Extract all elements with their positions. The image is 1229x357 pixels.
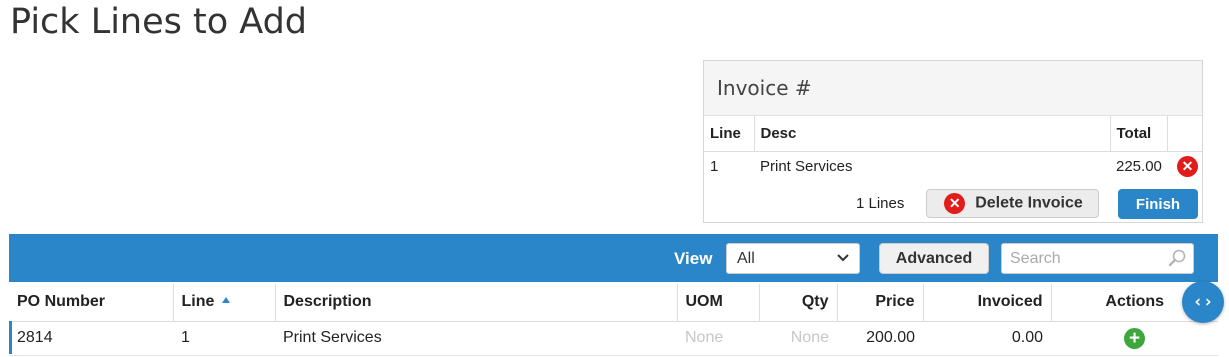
invoice-title: Invoice # [704, 61, 1202, 116]
row-selection-marker [9, 321, 12, 354]
cell-line: 1 [173, 321, 275, 356]
col-uom-label: UOM [685, 293, 723, 311]
col-po-number-label: PO Number [17, 293, 106, 311]
code-toggle-icon[interactable]: ‹› [1182, 281, 1224, 323]
finish-button[interactable]: Finish [1118, 189, 1198, 219]
view-label: View [674, 249, 713, 268]
col-qty-label: Qty [801, 293, 829, 311]
invoice-col-line: Line [704, 116, 755, 152]
invoice-line-total: 225.00 [1116, 158, 1162, 175]
cell-qty: None [759, 321, 837, 356]
page-title: Pick Lines to Add [10, 2, 308, 42]
lines-count: 1 Lines [856, 195, 905, 212]
table-toolbar: View All Advanced [9, 234, 1218, 282]
search-icon[interactable] [1167, 248, 1187, 268]
invoice-line-remove-cell: ✕ [1168, 151, 1202, 182]
x-circle-icon: ✕ [944, 193, 966, 214]
invoice-lines-table: Line Desc Total 1 Print Services 225.00 … [704, 116, 1202, 182]
invoice-line-desc: Print Services [760, 158, 853, 175]
col-qty[interactable]: Qty [759, 284, 838, 322]
po-lines-table: PO Number Line Description UOM Qty Price… [9, 284, 1218, 356]
view-select[interactable]: All [726, 243, 860, 274]
cell-uom: None [677, 321, 759, 356]
col-line-label: Line [181, 293, 215, 311]
col-invoiced-label: Invoiced [977, 293, 1043, 311]
cell-po-number: 2814 [9, 321, 173, 356]
add-line-icon[interactable]: + [1124, 327, 1145, 349]
advanced-button[interactable]: Advanced [879, 243, 989, 274]
remove-line-icon[interactable]: ✕ [1177, 156, 1198, 177]
col-description-label: Description [283, 293, 372, 311]
search-input[interactable] [1002, 244, 1172, 273]
sort-asc-icon [222, 297, 231, 304]
col-po-number[interactable]: PO Number [9, 284, 174, 322]
cell-description: Print Services [275, 321, 677, 356]
invoice-col-desc: Desc [754, 116, 1111, 152]
view-select-value: All [737, 250, 755, 267]
cell-invoiced: 0.00 [923, 321, 1051, 356]
col-line[interactable]: Line [173, 284, 276, 322]
invoice-line-row: 1 Print Services 225.00 ✕ [704, 151, 1202, 182]
delete-invoice-label: Delete Invoice [975, 194, 1083, 212]
search-box [1001, 243, 1194, 274]
cell-actions: + [1051, 321, 1218, 356]
col-price-label: Price [875, 293, 915, 311]
col-actions-label: Actions [1105, 293, 1165, 311]
cell-price: 200.00 [837, 321, 923, 356]
chevron-down-icon [837, 244, 849, 283]
invoice-footer: 1 Lines ✕ Delete Invoice Finish [704, 189, 1202, 219]
col-invoiced[interactable]: Invoiced [923, 284, 1052, 322]
col-description[interactable]: Description [275, 284, 678, 322]
invoice-line-number: 1 [710, 158, 719, 175]
delete-invoice-button[interactable]: ✕ Delete Invoice [926, 189, 1099, 218]
col-uom[interactable]: UOM [677, 284, 760, 322]
invoice-panel: Invoice # Line Desc Total 1 Print Servic… [703, 60, 1203, 223]
invoice-col-total: Total [1110, 116, 1169, 152]
col-price[interactable]: Price [837, 284, 924, 322]
table-row: 2814 1 Print Services None None 200.00 0… [9, 321, 1218, 356]
invoice-col-actions [1167, 116, 1202, 152]
